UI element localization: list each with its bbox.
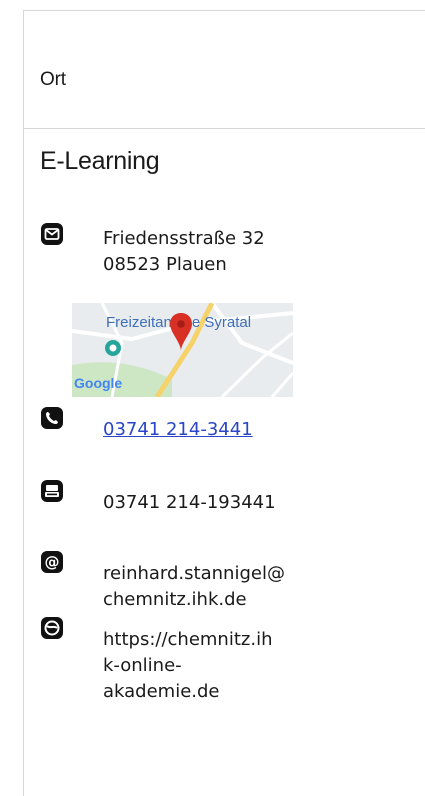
location-heading: Ort (40, 69, 66, 90)
website-line: k-online- (103, 655, 182, 676)
globe-icon (41, 617, 63, 639)
google-logo: Google (74, 375, 123, 391)
mail-icon (41, 223, 63, 245)
at-icon: @ (41, 551, 63, 573)
phone-link[interactable]: 03741 214-3441 (103, 417, 253, 443)
email-line: reinhard.stannigel@ (103, 563, 285, 584)
fax-icon (41, 480, 63, 502)
svg-text:@: @ (45, 553, 60, 571)
map-pin-icon (170, 313, 192, 351)
website-line: akademie.de (103, 681, 220, 702)
card-title: E-Learning (40, 147, 160, 175)
website-line: https://chemnitz.ih (103, 629, 273, 650)
address: Friedensstraße 32 08523 Plauen (103, 226, 265, 278)
address-street: Friedensstraße 32 (103, 228, 265, 249)
map-thumbnail[interactable]: Freizeitanlage Syratal Google (72, 303, 293, 397)
fax-number: 03741 214-193441 (103, 492, 276, 513)
divider (24, 128, 425, 129)
email-line: chemnitz.ihk.de (103, 589, 247, 610)
email[interactable]: reinhard.stannigel@ chemnitz.ihk.de (103, 561, 285, 613)
address-city: 08523 Plauen (103, 254, 227, 275)
website[interactable]: https://chemnitz.ih k-online- akademie.d… (103, 627, 272, 705)
phone-icon (41, 407, 63, 429)
